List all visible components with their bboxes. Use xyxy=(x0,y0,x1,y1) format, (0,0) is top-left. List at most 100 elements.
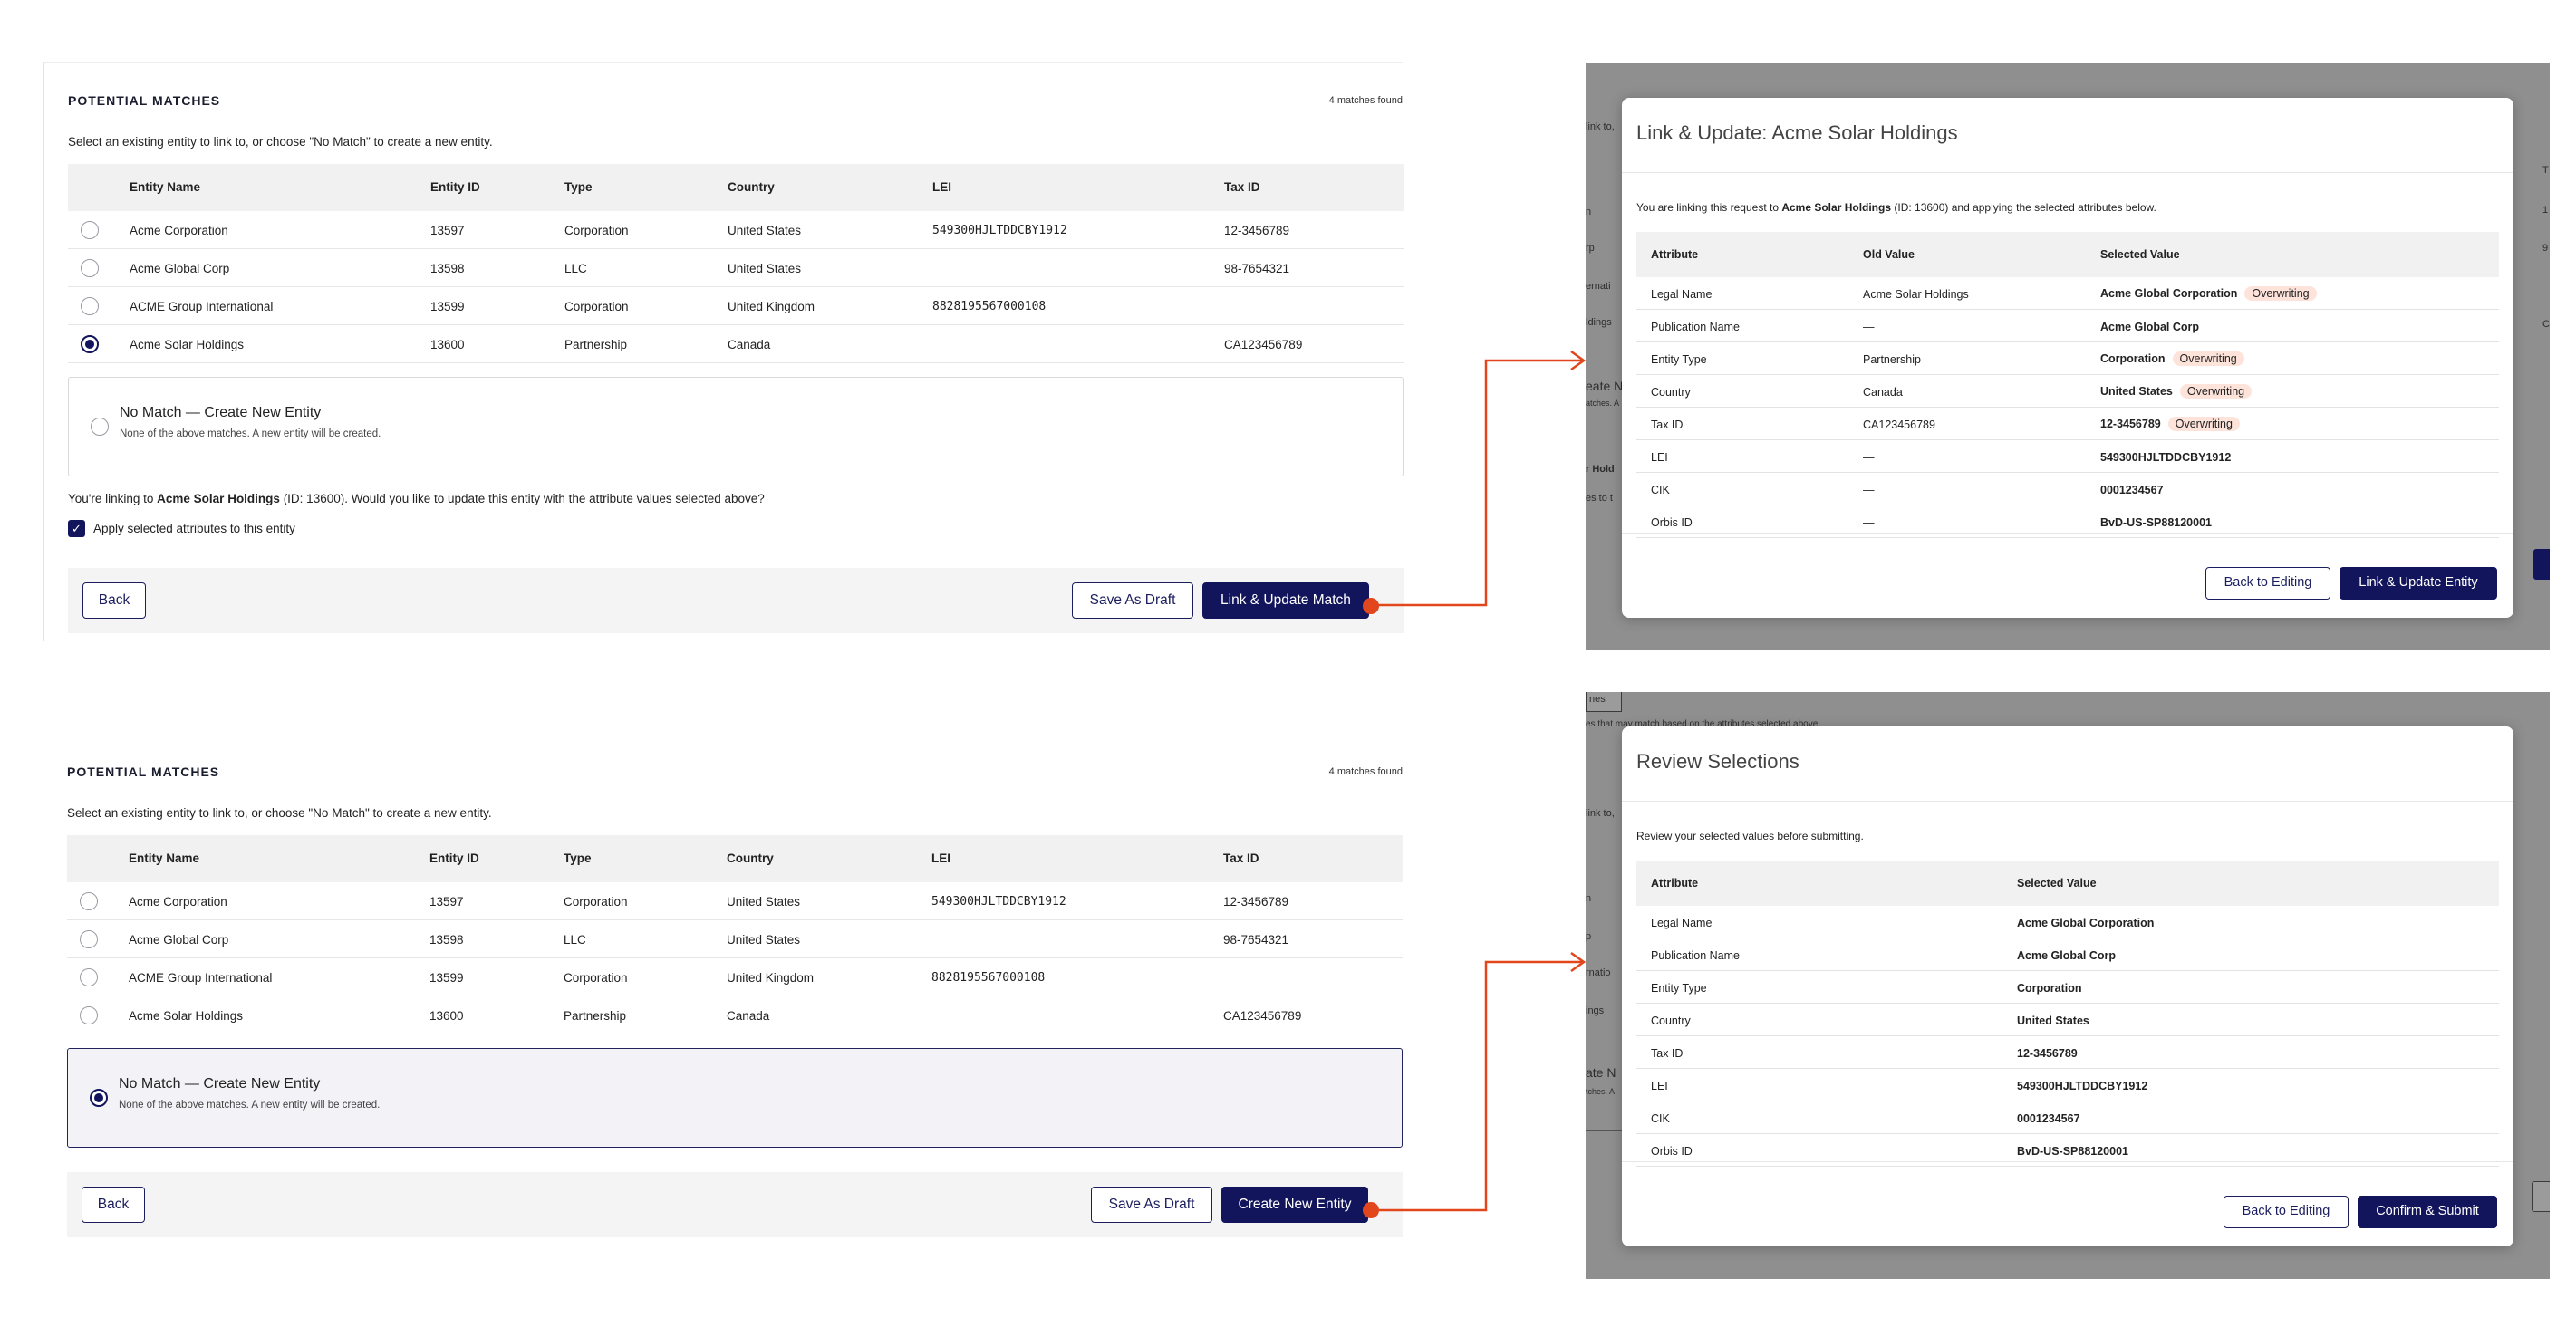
backdrop-text: C xyxy=(2542,319,2550,330)
backdrop-text: rnatio xyxy=(1586,967,1611,978)
table-header: Attribute Selected Value xyxy=(1636,861,2499,906)
click-marker-dot xyxy=(1363,1202,1379,1218)
cell-attribute: LEI xyxy=(1651,451,1668,464)
table-row: Entity Type Partnership Corporation Overw… xyxy=(1636,342,2499,375)
review-selections-modal: Review Selections Review your selected v… xyxy=(1622,726,2513,1246)
cell-attribute: Legal Name xyxy=(1651,288,1713,301)
cell-attribute: Tax ID xyxy=(1651,1047,1684,1060)
table-row: Publication Name — Acme Global Corp xyxy=(1636,310,2499,342)
cell-new: Corporation Overwriting xyxy=(2100,351,2244,366)
table-row: Country United States xyxy=(1636,1004,2499,1036)
link-update-entity-button[interactable]: Link & Update Entity xyxy=(2340,567,2497,600)
backdrop-button xyxy=(2533,549,2550,580)
table-row: Legal Name Acme Global Corporation xyxy=(1636,906,2499,938)
modal-backdrop: nes es that may match based on the attri… xyxy=(1586,692,2550,1279)
cell-new: 12-3456789 Overwriting xyxy=(2100,417,2240,431)
table-row: CIK — 0001234567 xyxy=(1636,473,2499,505)
back-to-editing-button[interactable]: Back to Editing xyxy=(2205,567,2330,600)
cell-attribute: Orbis ID xyxy=(1651,1145,1693,1158)
cell-new: 549300HJLTDDCBY1912 xyxy=(2017,1080,2148,1092)
desc-suffix: (ID: 13600) and applying the selected at… xyxy=(1891,201,2156,214)
overwriting-badge: Overwriting xyxy=(2172,351,2244,366)
backdrop-text: ldings xyxy=(1586,317,1612,328)
cell-old: Partnership xyxy=(1863,353,1921,366)
cell-attribute: Publication Name xyxy=(1651,321,1740,333)
cell-attribute: Entity Type xyxy=(1651,982,1707,995)
cell-attribute: LEI xyxy=(1651,1080,1668,1092)
cell-new: 0001234567 xyxy=(2100,484,2164,496)
cell-old: — xyxy=(1863,321,1875,333)
cell-old: — xyxy=(1863,484,1875,496)
backdrop-text: p xyxy=(1586,931,1592,942)
cell-new: Corporation xyxy=(2017,982,2082,995)
col-old-value: Old Value xyxy=(1863,248,1915,261)
desc-prefix: You are linking this request to xyxy=(1636,201,1782,214)
cell-new: 0001234567 xyxy=(2017,1112,2080,1125)
backdrop-text: ate N xyxy=(1586,1065,1616,1080)
link-update-modal: Link & Update: Acme Solar Holdings You a… xyxy=(1622,98,2513,618)
backdrop-button xyxy=(2532,1181,2550,1212)
click-marker-dot xyxy=(1363,598,1379,614)
col-selected-value: Selected Value xyxy=(2017,877,2097,890)
cell-old: Canada xyxy=(1863,386,1903,399)
backdrop-text: n xyxy=(1586,893,1592,904)
cell-attribute: Legal Name xyxy=(1651,917,1713,929)
backdrop-text: nes xyxy=(1589,694,1606,705)
backdrop-text: link to, xyxy=(1586,121,1615,132)
selections-table: Attribute Selected Value Legal Name Acme… xyxy=(1636,861,2499,1167)
modal-description: You are linking this request to Acme Sol… xyxy=(1636,201,2156,214)
cell-attribute: Publication Name xyxy=(1651,949,1740,962)
desc-entity: Acme Solar Holdings xyxy=(1781,201,1892,214)
backdrop-text: 1 xyxy=(2542,205,2549,216)
cell-old: — xyxy=(1863,451,1875,464)
cell-attribute: Country xyxy=(1651,1015,1691,1027)
table-row: LEI 549300HJLTDDCBY1912 xyxy=(1636,1069,2499,1101)
new-value: United States xyxy=(2100,385,2173,398)
col-attribute: Attribute xyxy=(1651,877,1699,890)
table-row: Tax ID 12-3456789 xyxy=(1636,1036,2499,1069)
new-value: Corporation xyxy=(2100,352,2166,365)
backdrop-text: ings xyxy=(1586,1005,1605,1016)
table-row: Publication Name Acme Global Corp xyxy=(1636,938,2499,971)
cell-new: Acme Global Corp xyxy=(2017,949,2117,962)
modal-divider xyxy=(1622,533,2513,534)
cell-attribute: Entity Type xyxy=(1651,353,1707,366)
cell-attribute: Country xyxy=(1651,386,1691,399)
backdrop-text: rp xyxy=(1586,243,1595,254)
back-to-editing-button[interactable]: Back to Editing xyxy=(2224,1196,2349,1228)
backdrop-text: eate N xyxy=(1586,379,1624,393)
cell-new: Acme Global Corporation xyxy=(2017,917,2155,929)
overwriting-badge: Overwriting xyxy=(2167,417,2240,431)
table-header: Attribute Old Value Selected Value xyxy=(1636,232,2499,277)
backdrop-text: 9 xyxy=(2542,243,2549,254)
cell-old: CA123456789 xyxy=(1863,418,1935,431)
backdrop-text: r Hold xyxy=(1586,464,1615,475)
cell-new: BvD-US-SP88120001 xyxy=(2017,1145,2128,1158)
backdrop-text: T xyxy=(2542,165,2549,176)
cell-attribute: Orbis ID xyxy=(1651,516,1693,529)
table-row: Legal Name Acme Solar Holdings Acme Glob… xyxy=(1636,277,2499,310)
table-row: CIK 0001234567 xyxy=(1636,1101,2499,1134)
arrow-create-to-review xyxy=(1370,960,1584,1212)
overwriting-badge: Overwriting xyxy=(2244,286,2317,301)
overwriting-badge: Overwriting xyxy=(2179,384,2253,399)
cell-new: Acme Global Corp xyxy=(2100,321,2200,333)
cell-old: Acme Solar Holdings xyxy=(1863,288,1969,301)
modal-title: Review Selections xyxy=(1636,750,1799,773)
backdrop-text: atches. A xyxy=(1586,399,1620,408)
attributes-table: Attribute Old Value Selected Value Legal… xyxy=(1636,232,2499,538)
new-value: Acme Global Corporation xyxy=(2100,287,2238,300)
cell-new: United States xyxy=(2017,1015,2089,1027)
modal-title: Link & Update: Acme Solar Holdings xyxy=(1636,121,1958,144)
table-row: LEI — 549300HJLTDDCBY1912 xyxy=(1636,440,2499,473)
modal-backdrop: link to, n rp ernati ldings eate N atche… xyxy=(1586,63,2550,650)
backdrop-text: tches. A xyxy=(1586,1087,1616,1096)
backdrop-text: ernati xyxy=(1586,281,1611,292)
table-row: Entity Type Corporation xyxy=(1636,971,2499,1004)
table-row: Tax ID CA123456789 12-3456789 Overwriting xyxy=(1636,408,2499,440)
cell-attribute: CIK xyxy=(1651,484,1670,496)
backdrop-divider xyxy=(1586,1130,1622,1131)
confirm-submit-button[interactable]: Confirm & Submit xyxy=(2358,1196,2497,1228)
col-attribute: Attribute xyxy=(1651,248,1699,261)
backdrop-text: n xyxy=(1586,207,1592,217)
